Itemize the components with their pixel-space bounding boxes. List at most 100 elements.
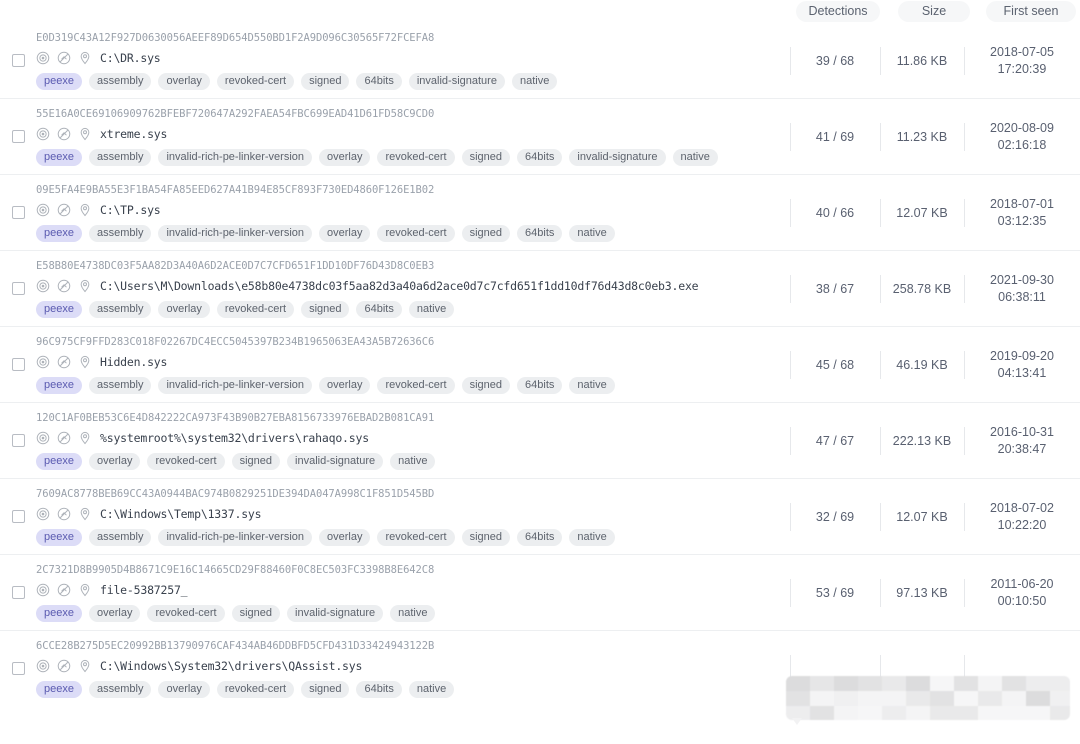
file-tag[interactable]: signed	[461, 529, 511, 546]
file-tag[interactable]: assembly	[88, 301, 152, 318]
file-name[interactable]: C:\TP.sys	[100, 203, 161, 217]
file-tag[interactable]: signed	[301, 73, 350, 90]
file-tag[interactable]: 64bits	[356, 301, 402, 318]
file-tag[interactable]: peexe	[36, 301, 82, 318]
file-tag[interactable]: revoked-cert	[216, 681, 295, 698]
row-select-checkbox[interactable]	[11, 434, 25, 447]
file-tag[interactable]: assembly	[88, 149, 152, 166]
file-tag[interactable]: invalid-signature	[287, 453, 384, 470]
row-select-checkbox[interactable]	[11, 662, 25, 675]
table-row[interactable]: 2C7321D8B9905D4B8671C9E16C14665CD29F8846…	[0, 554, 1080, 630]
no-entry-icon[interactable]	[57, 431, 71, 445]
file-name[interactable]: C:\Users\M\Downloads\e58b80e4738dc03f5aa…	[100, 279, 699, 293]
file-name[interactable]: C:\Windows\System32\drivers\QAssist.sys	[100, 659, 362, 673]
no-entry-icon[interactable]	[57, 127, 71, 141]
file-tag[interactable]: revoked-cert	[377, 529, 455, 546]
file-tag[interactable]: revoked-cert	[147, 453, 225, 470]
file-tag[interactable]: signed	[461, 225, 511, 242]
target-icon[interactable]	[36, 659, 50, 673]
file-name[interactable]: C:\Windows\Temp\1337.sys	[100, 507, 262, 521]
location-pin-icon[interactable]	[78, 659, 92, 673]
row-select-cell[interactable]	[0, 479, 36, 554]
file-tag[interactable]: revoked-cert	[377, 225, 455, 242]
file-tag[interactable]: overlay	[88, 605, 141, 622]
table-row[interactable]: 09E5FA4E9BA55E3F1BA54FA85EED627A41B94E85…	[0, 174, 1080, 250]
file-name[interactable]: file-5387257_	[100, 583, 188, 597]
file-tag[interactable]: signed	[231, 605, 281, 622]
row-select-cell[interactable]	[0, 327, 36, 402]
file-tag[interactable]: peexe	[36, 73, 82, 90]
file-tag[interactable]: signed	[461, 377, 511, 394]
file-tag[interactable]: peexe	[36, 605, 82, 622]
row-select-cell[interactable]	[0, 251, 36, 326]
file-hash[interactable]: 55E16A0CE69106909762BFEBF720647A292FAEA5…	[36, 107, 790, 122]
table-row[interactable]: 7609AC8778BEB69CC43A0944BAC974B0829251DE…	[0, 478, 1080, 554]
file-tag[interactable]: native	[569, 225, 615, 242]
file-tag[interactable]: native	[511, 73, 558, 90]
row-select-cell[interactable]	[0, 631, 36, 706]
file-tag[interactable]: 64bits	[356, 73, 402, 90]
file-hash[interactable]: 09E5FA4E9BA55E3F1BA54FA85EED627A41B94E85…	[36, 183, 790, 198]
file-tag[interactable]: overlay	[319, 149, 371, 166]
row-select-cell[interactable]	[0, 99, 36, 174]
file-tag[interactable]: assembly	[88, 681, 152, 698]
file-tag[interactable]: native	[408, 681, 455, 698]
row-select-checkbox[interactable]	[11, 130, 25, 143]
row-select-checkbox[interactable]	[11, 358, 25, 371]
file-tag[interactable]: revoked-cert	[377, 377, 455, 394]
row-select-checkbox[interactable]	[11, 282, 25, 295]
file-tag[interactable]: invalid-rich-pe-linker-version	[158, 225, 312, 242]
file-tag[interactable]: overlay	[158, 73, 210, 90]
table-row[interactable]: E0D319C43A12F927D0630056AEEF89D654D550BD…	[0, 23, 1080, 98]
file-tag[interactable]: peexe	[36, 529, 82, 546]
file-tag[interactable]: 64bits	[517, 149, 563, 166]
table-row[interactable]: 55E16A0CE69106909762BFEBF720647A292FAEA5…	[0, 98, 1080, 174]
file-tag[interactable]: native	[672, 149, 718, 166]
target-icon[interactable]	[36, 127, 50, 141]
target-icon[interactable]	[36, 279, 50, 293]
file-tag[interactable]: overlay	[319, 225, 371, 242]
file-hash[interactable]: E58B80E4738DC03F5AA82D3A40A6D2ACE0D7C7CF…	[36, 259, 790, 274]
file-tag[interactable]: assembly	[88, 73, 152, 90]
target-icon[interactable]	[36, 507, 50, 521]
location-pin-icon[interactable]	[78, 583, 92, 597]
location-pin-icon[interactable]	[78, 127, 92, 141]
no-entry-icon[interactable]	[57, 51, 71, 65]
file-tag[interactable]: native	[390, 453, 436, 470]
no-entry-icon[interactable]	[57, 659, 71, 673]
file-hash[interactable]: 2C7321D8B9905D4B8671C9E16C14665CD29F8846…	[36, 563, 790, 578]
file-name[interactable]: Hidden.sys	[100, 355, 167, 369]
row-select-cell[interactable]	[0, 403, 36, 478]
file-tag[interactable]: revoked-cert	[377, 149, 455, 166]
file-tag[interactable]: 64bits	[517, 529, 563, 546]
file-tag[interactable]: assembly	[88, 529, 152, 546]
column-header-first-seen[interactable]: First seen	[986, 1, 1076, 22]
file-tag[interactable]: overlay	[319, 377, 371, 394]
file-tag[interactable]: signed	[231, 453, 281, 470]
file-hash[interactable]: 7609AC8778BEB69CC43A0944BAC974B0829251DE…	[36, 487, 790, 502]
file-tag[interactable]: assembly	[88, 225, 152, 242]
location-pin-icon[interactable]	[78, 431, 92, 445]
file-tag[interactable]: invalid-signature	[408, 73, 505, 90]
file-hash[interactable]: 120C1AF0BEB53C6E4D842222CA973F43B90B27EB…	[36, 411, 790, 426]
row-select-cell[interactable]	[0, 23, 36, 98]
file-tag[interactable]: revoked-cert	[216, 73, 295, 90]
file-tag[interactable]: overlay	[319, 529, 371, 546]
file-name[interactable]: xtreme.sys	[100, 127, 167, 141]
column-header-detections[interactable]: Detections	[796, 1, 880, 22]
location-pin-icon[interactable]	[78, 507, 92, 521]
file-tag[interactable]: overlay	[158, 301, 210, 318]
file-tag[interactable]: signed	[301, 301, 350, 318]
target-icon[interactable]	[36, 51, 50, 65]
file-tag[interactable]: invalid-rich-pe-linker-version	[158, 149, 312, 166]
location-pin-icon[interactable]	[78, 51, 92, 65]
column-header-size[interactable]: Size	[898, 1, 970, 22]
file-tag[interactable]: signed	[301, 681, 350, 698]
file-tag[interactable]: native	[569, 529, 615, 546]
location-pin-icon[interactable]	[78, 203, 92, 217]
file-tag[interactable]: invalid-signature	[569, 149, 666, 166]
no-entry-icon[interactable]	[57, 355, 71, 369]
file-tag[interactable]: peexe	[36, 225, 82, 242]
file-tag[interactable]: overlay	[158, 681, 210, 698]
location-pin-icon[interactable]	[78, 279, 92, 293]
